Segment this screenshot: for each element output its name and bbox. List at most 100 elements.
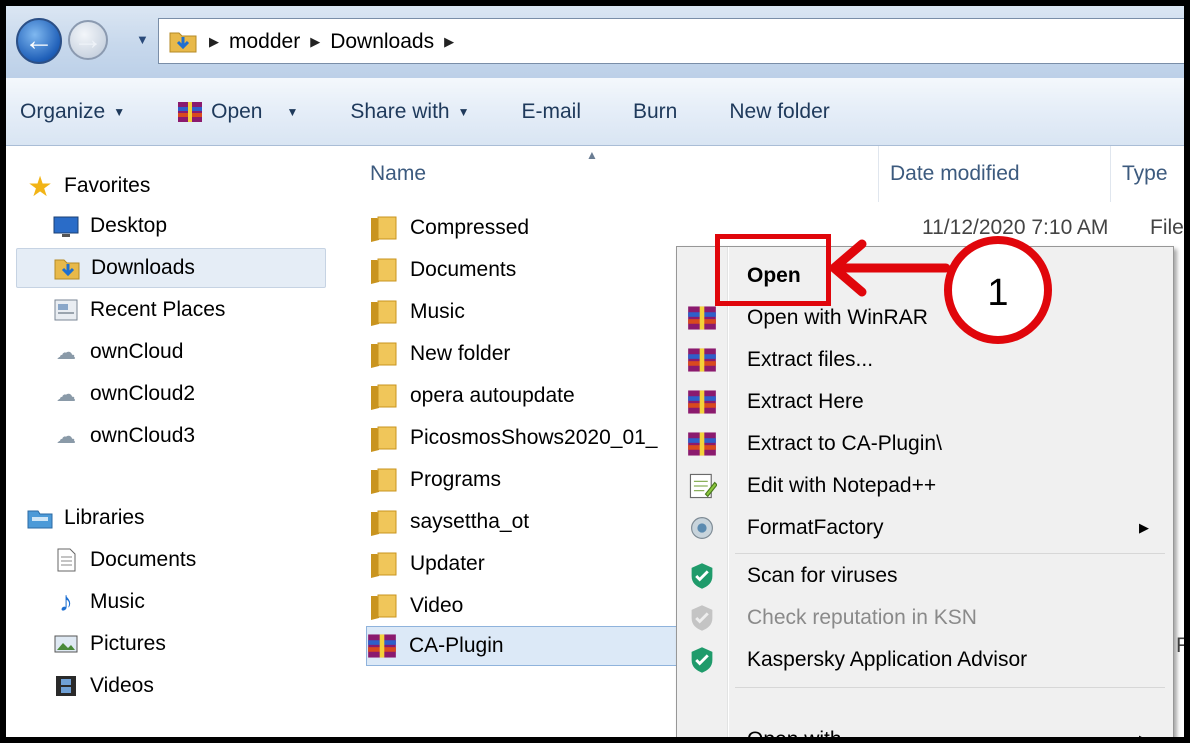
menu-item-label: Extract to CA-Plugin\ [747, 432, 942, 455]
folder-icon [371, 594, 397, 620]
downloads-folder-icon [169, 32, 197, 53]
menu-item-kaspersky-advisor[interactable]: Kaspersky Application Advisor [677, 639, 1167, 681]
nav-downloads-label: Downloads [91, 256, 195, 279]
column-header-type[interactable]: Type [1122, 146, 1168, 202]
new-folder-button[interactable]: New folder [729, 100, 829, 124]
nav-owncloud2[interactable]: ☁ ownCloud2 [16, 374, 326, 414]
menu-item-label: FormatFactory [747, 516, 884, 539]
column-header-date-modified[interactable]: Date modified [890, 146, 1020, 202]
column-divider[interactable] [1110, 146, 1111, 202]
pictures-icon [54, 635, 78, 653]
winrar-icon [688, 348, 716, 372]
forward-button[interactable]: → [68, 20, 108, 60]
nav-libraries[interactable]: Libraries [16, 498, 326, 538]
menu-item-label: Scan for viruses [747, 564, 898, 587]
breadcrumb: ▶ modder ▶ Downloads ▶ [209, 30, 454, 54]
file-name: CA-Plugin [409, 634, 504, 657]
libraries-icon [27, 510, 53, 529]
email-button[interactable]: E-mail [521, 100, 581, 124]
annotation-step-number: 1 [987, 271, 1009, 314]
nav-favorites[interactable]: ★ Favorites [16, 166, 326, 206]
menu-item-scan-for-viruses[interactable]: Scan for viruses [677, 555, 1167, 597]
breadcrumb-downloads[interactable]: Downloads [330, 30, 434, 54]
address-bar[interactable]: ▶ modder ▶ Downloads ▶ [158, 18, 1184, 64]
winrar-icon [368, 634, 396, 658]
breadcrumb-modder[interactable]: modder [229, 30, 300, 54]
file-type: File fo [1150, 216, 1184, 239]
open-label: Open [211, 99, 263, 123]
sort-ascending-icon: ▲ [586, 148, 598, 162]
nav-owncloud2-label: ownCloud2 [90, 382, 196, 405]
nav-music[interactable]: ♪ Music [16, 582, 326, 622]
winrar-icon [688, 432, 716, 456]
back-button[interactable]: ← [16, 18, 62, 64]
menu-item-formatfactory[interactable]: FormatFactory ▶ [677, 507, 1167, 549]
file-row-ca-plugin[interactable]: CA-Plugin [366, 626, 696, 666]
organize-button[interactable]: Organize ▼ [20, 100, 125, 124]
notepadpp-icon [689, 473, 717, 499]
submenu-arrow-icon: ▶ [1139, 520, 1149, 535]
nav-libraries-label: Libraries [64, 506, 145, 529]
recent-places-icon [54, 299, 78, 321]
cloud-icon: ☁ [56, 425, 76, 448]
file-type: R [1176, 634, 1184, 657]
chevron-down-icon[interactable]: ▼ [286, 105, 298, 119]
kaspersky-shield-gray-icon [691, 605, 713, 631]
nav-owncloud[interactable]: ☁ ownCloud [16, 332, 326, 372]
chevron-down-icon: ▼ [457, 104, 470, 119]
file-name: PicosmosShows2020_01_ [410, 426, 658, 449]
nav-downloads[interactable]: Downloads [16, 248, 326, 288]
command-bar: Organize ▼ Open ▼ Share with ▼ E-mail Bu… [6, 78, 1184, 146]
file-name: Documents [410, 258, 517, 281]
context-menu: Open Open with WinRAR Extract files... E… [676, 246, 1174, 737]
folder-icon [371, 510, 397, 536]
menu-separator [735, 553, 1165, 554]
share-with-button[interactable]: Share with ▼ [350, 100, 469, 124]
nav-desktop[interactable]: Desktop [16, 206, 326, 246]
nav-recent-places-label: Recent Places [90, 298, 226, 321]
document-icon [57, 548, 76, 572]
column-header-name[interactable]: Name [370, 146, 426, 202]
menu-item-label: Open with [747, 728, 842, 737]
folder-icon [371, 468, 397, 494]
file-date: 11/12/2020 7:10 AM [922, 216, 1109, 239]
menu-item-edit-notepadpp[interactable]: Edit with Notepad++ [677, 465, 1167, 507]
file-name: New folder [410, 342, 511, 365]
submenu-arrow-icon: ▶ [1139, 732, 1149, 737]
menu-item-label: Kaspersky Application Advisor [747, 648, 1028, 671]
menu-item-check-reputation: Check reputation in KSN [677, 597, 1167, 639]
nav-owncloud3[interactable]: ☁ ownCloud3 [16, 416, 326, 456]
breadcrumb-separator-icon[interactable]: ▶ [444, 34, 454, 50]
menu-item-label: Check reputation in KSN [747, 606, 977, 629]
recent-pages-dropdown-icon[interactable]: ▼ [136, 32, 149, 47]
winrar-icon [688, 306, 716, 330]
breadcrumb-separator-icon[interactable]: ▶ [310, 34, 320, 50]
menu-item-extract-files[interactable]: Extract files... [677, 339, 1167, 381]
nav-owncloud-label: ownCloud [90, 340, 184, 363]
kaspersky-shield-icon [691, 647, 713, 673]
nav-favorites-label: Favorites [64, 174, 151, 197]
menu-item-extract-here[interactable]: Extract Here [677, 381, 1167, 423]
nav-recent-places[interactable]: Recent Places [16, 290, 326, 330]
column-date-label: Date modified [890, 162, 1020, 185]
nav-documents[interactable]: Documents [16, 540, 326, 580]
breadcrumb-separator-icon[interactable]: ▶ [209, 34, 219, 50]
menu-item-label: Extract files... [747, 348, 874, 371]
nav-pictures[interactable]: Pictures [16, 624, 326, 664]
winrar-icon [178, 101, 203, 122]
nav-desktop-label: Desktop [90, 214, 168, 237]
new-folder-label: New folder [729, 99, 830, 123]
menu-item-open-with[interactable]: Open with ▶ [677, 719, 1167, 737]
nav-videos[interactable]: Videos [16, 666, 326, 706]
nav-owncloud3-label: ownCloud3 [90, 424, 196, 447]
menu-item-label: Extract Here [747, 390, 864, 413]
file-name: opera autoupdate [410, 384, 575, 407]
annotation-highlight-box [715, 234, 831, 306]
file-name: Programs [410, 468, 502, 491]
burn-button[interactable]: Burn [633, 100, 677, 124]
column-divider[interactable] [878, 146, 879, 202]
menu-item-extract-to[interactable]: Extract to CA-Plugin\ [677, 423, 1167, 465]
file-name: Compressed [410, 216, 530, 239]
folder-icon [371, 258, 397, 284]
open-button[interactable]: Open ▼ [177, 100, 298, 124]
